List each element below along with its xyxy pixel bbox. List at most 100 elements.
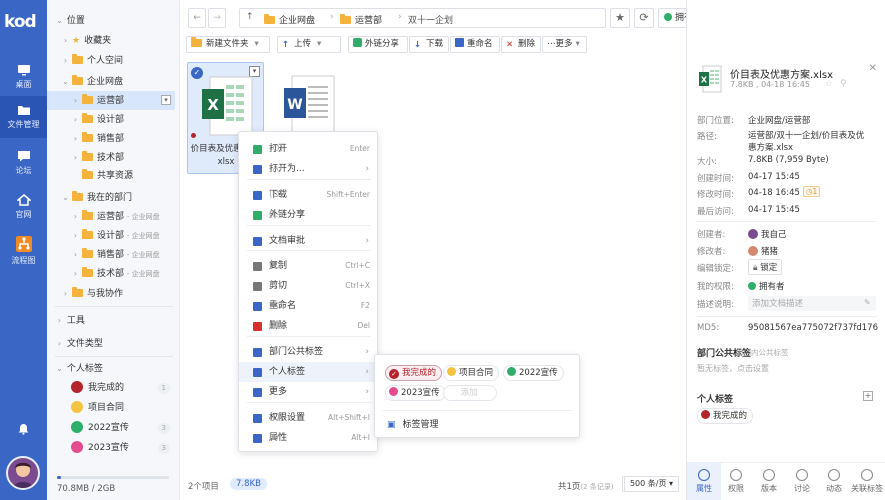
back-button[interactable]: ← <box>188 8 206 28</box>
upload-button[interactable]: ↑ 上传 ▾ <box>277 36 341 53</box>
rail-item-website[interactable]: 官网 <box>0 186 47 228</box>
per-page-select[interactable]: 500 条/页 ▾ <box>624 476 679 492</box>
edit-icon[interactable]: ✎ <box>864 298 871 307</box>
tree-tag-done[interactable]: 我完成的 1 <box>71 379 176 398</box>
tree-tag-2022[interactable]: 2022宣传 3 <box>71 419 176 438</box>
tree-section-tools[interactable]: › 工具 <box>55 311 188 330</box>
folder-icon <box>72 287 83 297</box>
star-button[interactable]: ★ <box>610 8 630 28</box>
menu-item-11[interactable]: 更多 › <box>239 382 379 402</box>
description-input[interactable]: 添加文档描述 <box>748 296 876 311</box>
folder-icon <box>82 169 93 179</box>
submenu-tag-done[interactable]: ✓ 我完成的 <box>385 365 443 381</box>
menu-item-1[interactable]: 打开为... (A) › <box>239 159 379 179</box>
user-avatar[interactable] <box>6 456 40 490</box>
tab-related-tags[interactable]: 关联标签 <box>850 469 884 494</box>
status-size: 7.8KB <box>230 478 267 490</box>
folder-icon <box>191 37 202 47</box>
tab-properties[interactable]: 属性 <box>689 469 719 494</box>
menu-item-12[interactable]: 权限设置 (Q) Alt+Shift+I <box>239 408 379 428</box>
menu-item-8[interactable]: 删除 (D) Del <box>239 316 379 336</box>
tab-discussion[interactable]: 讨论 <box>787 469 817 494</box>
tab-versions[interactable]: 版本 <box>754 469 784 494</box>
personal-tags-heading: 个人标签 <box>697 395 734 405</box>
rename-button[interactable]: 重命名 <box>450 36 500 53</box>
submenu-add-tag[interactable]: 添加 <box>443 385 497 401</box>
rail-item-desktop[interactable]: 桌面 <box>0 56 47 98</box>
add-tag-icon[interactable]: + <box>863 391 873 401</box>
breadcrumb: ↑ 企业网盘 › 运营部 › 双十一企划 <box>239 8 606 28</box>
menu-icon <box>253 388 262 397</box>
menu-item-9[interactable]: 部门公共标签 › <box>239 342 379 362</box>
menu-item-0[interactable]: 打开 (O) Enter <box>239 139 379 159</box>
tree-tag-contract[interactable]: 项目合同 <box>71 399 176 418</box>
menu-icon <box>253 302 262 311</box>
breadcrumb-item[interactable]: 企业网盘 <box>262 13 315 26</box>
upload-icon: ↑ <box>282 40 290 50</box>
personal-tag-done[interactable]: 我完成的 <box>697 408 754 424</box>
pin-icon[interactable]: ⚲ <box>840 79 847 89</box>
tree-item-collab[interactable]: › 与我协作 <box>61 284 194 303</box>
tree-section-location[interactable]: ⌄ 位置 <box>55 11 188 30</box>
svg-text:W: W <box>287 97 302 113</box>
menu-item-4[interactable]: 文档审批 › <box>239 231 379 251</box>
menu-item-2[interactable]: 下载 (D) Shift+Enter <box>239 185 379 205</box>
tree-item-enterprise[interactable]: ⌄ 企业网盘 <box>61 72 194 91</box>
tab-activity[interactable]: 动态 <box>819 469 849 494</box>
tab-permissions[interactable]: 权限 <box>721 469 751 494</box>
up-arrow-icon[interactable]: ↑ <box>246 12 254 22</box>
tree-item-dept-ops[interactable]: › 运营部 ▾ <box>47 91 175 110</box>
submenu-tag-contract[interactable]: 项目合同 <box>443 365 500 381</box>
more-button[interactable]: ⋯更多 ▾ <box>542 36 587 53</box>
bell-icon[interactable] <box>18 423 29 435</box>
menu-item-7[interactable]: 重命名 (R) F2 <box>239 296 379 316</box>
download-button[interactable]: ↓ 下载 <box>409 36 449 53</box>
creator: 我自己 <box>748 228 787 240</box>
folder-icon <box>264 14 275 24</box>
menu-icon <box>253 282 262 291</box>
chat-icon <box>796 469 808 481</box>
rail-item-file-manager[interactable]: 文件管理 <box>0 96 47 138</box>
submenu-tag-2022[interactable]: 2022宣传 <box>503 365 564 381</box>
breadcrumb-item[interactable]: 运营部 <box>338 13 382 26</box>
tag-color-dot <box>71 441 83 453</box>
status-items: 2个项目 <box>188 482 219 492</box>
close-icon[interactable]: ✕ <box>869 63 877 74</box>
rail-item-forum[interactable]: 论坛 <box>0 142 47 184</box>
delete-button[interactable]: ✕ 删除 <box>501 36 541 53</box>
refresh-button[interactable]: ⟳ <box>634 8 654 28</box>
menu-item-10[interactable]: 个人标签 › <box>239 362 379 382</box>
version-badge[interactable]: ◷1 <box>803 186 821 197</box>
divider <box>55 306 173 307</box>
tree-item-personal[interactable]: › 个人空间 <box>61 51 194 70</box>
menu-icon <box>253 434 262 443</box>
tree-tag-2023[interactable]: 2023宣传 3 <box>71 439 176 458</box>
tag-color-dot <box>71 401 83 413</box>
set-tags-link[interactable]: 点击设置 <box>737 364 769 373</box>
rail-item-flowchart[interactable]: 流程图 <box>0 230 47 272</box>
folder-icon <box>82 132 93 142</box>
avatar <box>748 246 758 256</box>
menu-item-6[interactable]: 剪切 (T) Ctrl+X <box>239 276 379 296</box>
menu-item-5[interactable]: 复制 (C) Ctrl+C <box>239 256 379 276</box>
chevron-right-icon: › <box>365 236 369 246</box>
menu-item-13[interactable]: 属性 (I) Alt+I <box>239 428 379 448</box>
excel-file-icon: X <box>699 65 722 93</box>
tag-manage-item[interactable]: ▣ 标签管理 <box>387 417 439 430</box>
lock-button[interactable]: 🔒︎ 锁定 <box>748 259 783 275</box>
share-button[interactable]: 外链分享 <box>348 36 408 53</box>
tree-item-mydept[interactable]: ⌄ 我在的部门 <box>61 188 194 207</box>
menu-item-3[interactable]: 外链分享 (L) <box>239 205 379 225</box>
history-icon <box>763 469 775 481</box>
tree-section-filetype[interactable]: › 文件类型 <box>55 334 188 353</box>
tree-item-favorites[interactable]: › ★ 收藏夹 <box>61 31 194 50</box>
new-folder-button[interactable]: 新建文件夹 ▾ <box>186 36 270 53</box>
forward-button[interactable]: → <box>208 8 226 28</box>
tree-section-tags[interactable]: ⌄ 个人标签 <box>55 359 188 378</box>
star-icon[interactable]: ☆ <box>825 79 833 89</box>
chevron-down-icon[interactable]: ▾ <box>161 95 171 105</box>
avatar <box>748 229 758 239</box>
breadcrumb-current[interactable]: 双十一企划 <box>408 13 453 26</box>
menu-icon <box>253 262 262 271</box>
submenu-tag-2023[interactable]: 2023宣传 <box>385 385 446 401</box>
